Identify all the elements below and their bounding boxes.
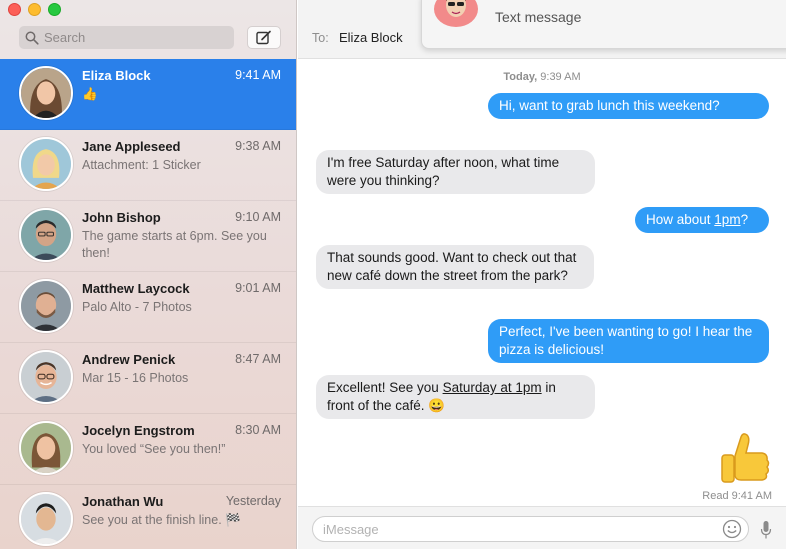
contact-name: Jocelyn Engstrom <box>82 423 195 438</box>
avatar <box>19 137 73 191</box>
microphone-icon[interactable] <box>760 520 772 540</box>
zoom-window-button[interactable] <box>48 3 61 16</box>
avatar <box>19 66 73 120</box>
message-time: 8:47 AM <box>235 352 281 366</box>
contact-name: Andrew Penick <box>82 352 176 367</box>
notification-text: Text message <box>495 9 582 25</box>
contact-name: Jonathan Wu <box>82 494 164 509</box>
avatar <box>19 492 73 546</box>
date-link[interactable]: 1pm <box>714 212 740 227</box>
recipient-name[interactable]: Eliza Block <box>339 30 403 45</box>
read-receipt: Read 9:41 AM <box>702 490 772 502</box>
conversation-item[interactable]: Jocelyn Engstrom 8:30 AM You loved “See … <box>0 414 296 485</box>
notification-avatar <box>434 0 478 27</box>
timestamp-day: Today, <box>503 71 538 83</box>
message-text: ? <box>740 212 749 227</box>
message-transcript: Today, 9:39 AM Hi, want to grab lunch th… <box>298 60 786 506</box>
search-input[interactable] <box>44 30 224 45</box>
message-bubble-sent[interactable]: Hi, want to grab lunch this weekend? <box>488 93 769 119</box>
message-bubble-received[interactable]: That sounds good. Want to check out that… <box>316 245 594 289</box>
message-preview: 👍 <box>82 87 98 101</box>
compose-icon <box>256 30 271 45</box>
conversation-item[interactable]: Andrew Penick 8:47 AM Mar 15 - 16 Photos <box>0 343 296 414</box>
minimize-window-button[interactable] <box>28 3 41 16</box>
message-preview: Mar 15 - 16 Photos <box>82 371 189 385</box>
message-bubble-sent[interactable]: Perfect, I've been wanting to go! I hear… <box>488 319 769 363</box>
message-time: 9:01 AM <box>235 281 281 295</box>
window-controls <box>8 3 61 16</box>
message-time: 9:41 AM <box>235 68 281 82</box>
close-window-button[interactable] <box>8 3 21 16</box>
conversation-item[interactable]: John Bishop 9:10 AM The game starts at 6… <box>0 201 296 272</box>
contact-name: John Bishop <box>82 210 161 225</box>
message-bubble-received[interactable]: Excellent! See you Saturday at 1pm in fr… <box>316 375 595 419</box>
avatar <box>19 279 73 333</box>
message-preview: See you at the finish line. 🏁 <box>82 513 241 527</box>
avatar <box>19 208 73 262</box>
message-bubble-received[interactable]: I'm free Saturday after noon, what time … <box>316 150 595 194</box>
conversation-item[interactable]: Jonathan Wu Yesterday See you at the fin… <box>0 485 296 549</box>
conversation-list: Eliza Block 9:41 AM 👍 Jane Appleseed 9:3… <box>0 59 296 549</box>
emoji-picker-icon[interactable] <box>722 519 742 539</box>
thumbs-up-emoji[interactable] <box>715 429 773 487</box>
message-time: 9:10 AM <box>235 210 281 224</box>
message-preview: Attachment: 1 Sticker <box>82 158 201 172</box>
compose-button[interactable] <box>247 26 281 49</box>
contact-name: Jane Appleseed <box>82 139 181 154</box>
search-icon <box>25 31 39 45</box>
message-input[interactable] <box>312 516 749 542</box>
message-time: Yesterday <box>225 494 281 508</box>
message-text: How about <box>646 212 715 227</box>
compose-bar <box>298 506 786 549</box>
search-field[interactable] <box>19 26 234 49</box>
timestamp-time: 9:39 AM <box>540 71 581 83</box>
message-time: 8:30 AM <box>235 423 281 437</box>
notification-banner[interactable]: Text message <box>421 0 786 49</box>
message-preview: The game starts at 6pm. See you then! <box>82 229 267 260</box>
conversation-item[interactable]: Eliza Block 9:41 AM 👍 <box>0 59 296 130</box>
message-preview: Palo Alto - 7 Photos <box>82 300 192 314</box>
conversation-item[interactable]: Matthew Laycock 9:01 AM Palo Alto - 7 Ph… <box>0 272 296 343</box>
message-text: Excellent! See you <box>327 380 443 395</box>
message-preview: You loved “See you then!” <box>82 442 226 456</box>
message-bubble-sent[interactable]: How about 1pm? <box>635 207 769 233</box>
avatar <box>19 350 73 404</box>
contact-name: Eliza Block <box>82 68 151 83</box>
conversation-sidebar: Eliza Block 9:41 AM 👍 Jane Appleseed 9:3… <box>0 0 297 549</box>
to-label: To: <box>312 31 329 45</box>
contact-name: Matthew Laycock <box>82 281 190 296</box>
message-time: 9:38 AM <box>235 139 281 153</box>
conversation-item[interactable]: Jane Appleseed 9:38 AM Attachment: 1 Sti… <box>0 130 296 201</box>
avatar <box>19 421 73 475</box>
date-link[interactable]: Saturday at 1pm <box>443 380 542 395</box>
timestamp: Today, 9:39 AM <box>298 71 786 83</box>
